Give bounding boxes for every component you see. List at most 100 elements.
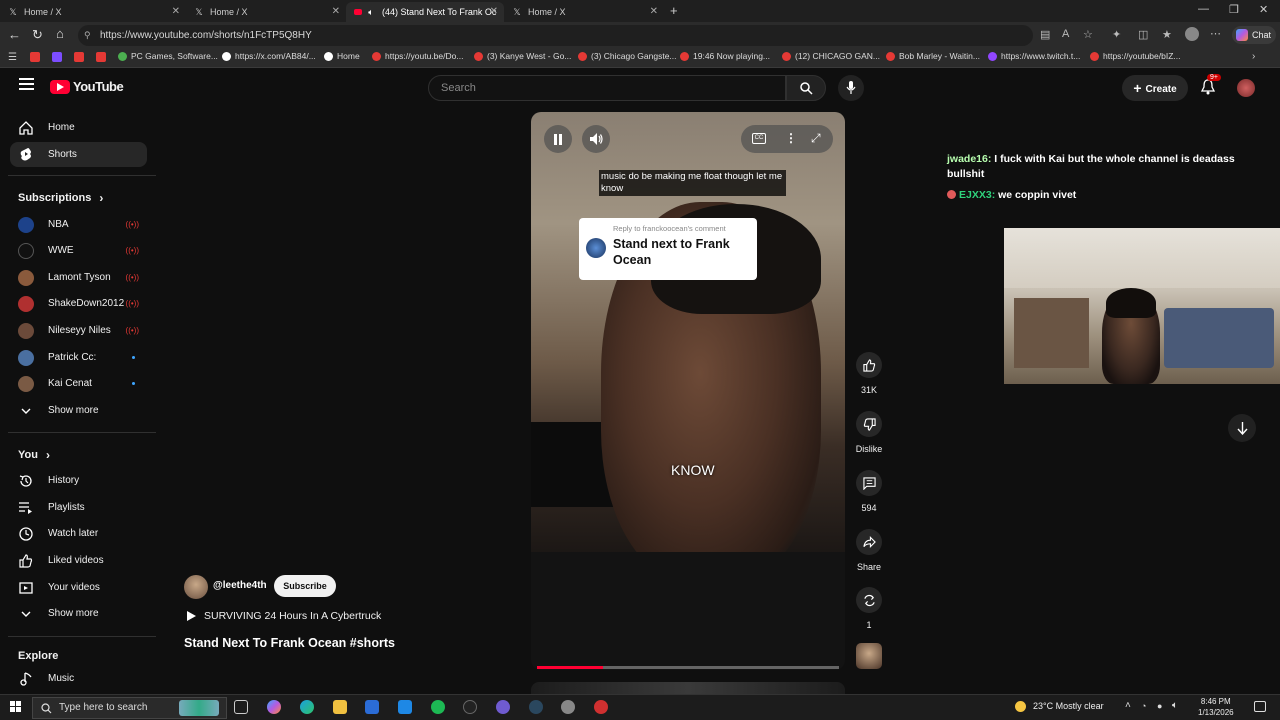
recorder-app-icon[interactable]	[594, 700, 608, 714]
video-progress-bar[interactable]	[537, 666, 839, 669]
chevron-right-icon[interactable]: ›	[1252, 51, 1255, 62]
sound-thumbnail[interactable]	[856, 643, 882, 669]
new-tab-icon[interactable]: +	[670, 3, 678, 18]
discord-icon[interactable]	[496, 700, 510, 714]
browser-tab[interactable]: 𝕏 Home / X ✕	[186, 2, 346, 22]
next-short-button[interactable]	[1228, 414, 1256, 442]
sidebar-item-history[interactable]: History	[10, 468, 147, 493]
microsoft-store-icon[interactable]	[365, 700, 379, 714]
minimize-icon[interactable]: —	[1198, 3, 1209, 15]
close-window-icon[interactable]: ✕	[1259, 3, 1268, 16]
subscribe-button[interactable]: Subscribe	[274, 575, 336, 597]
sidebar-item-subscription[interactable]: Lamont Tyson ((•))	[10, 265, 147, 290]
bookmark-item[interactable]: https://youtube/bIZ...	[1090, 51, 1181, 61]
app-icon[interactable]	[561, 700, 575, 714]
bookmark-item[interactable]: PC Games, Software...	[118, 51, 218, 61]
bookmark-favicon-icon[interactable]	[74, 52, 84, 62]
account-avatar[interactable]	[1237, 79, 1255, 97]
browser-tab[interactable]: 𝕏 Home / X ✕	[504, 2, 664, 22]
sidebar-item-subscription[interactable]: NBA ((•))	[10, 212, 147, 237]
remix-button[interactable]	[856, 587, 882, 613]
profile-avatar-icon[interactable]	[1185, 27, 1199, 41]
weather-widget[interactable]: 23°C Mostly clear	[1033, 701, 1104, 711]
search-input[interactable]: Search	[428, 75, 786, 101]
video-title[interactable]: Stand Next To Frank Ocean #shorts	[184, 636, 395, 650]
bookmark-favicon-icon[interactable]	[52, 52, 62, 62]
next-short-preview[interactable]	[531, 682, 845, 694]
volume-tray-icon[interactable]: 🔈︎	[1172, 700, 1178, 711]
like-button[interactable]	[856, 352, 882, 378]
browser-tab-active[interactable]: 🔈︎ (44) Stand Next To Frank Oc ✕	[346, 2, 504, 22]
edge-browser-icon[interactable]	[300, 700, 314, 714]
bookmark-favicon-icon[interactable]	[96, 52, 106, 62]
favorite-star-icon[interactable]: ☆	[1083, 28, 1093, 41]
more-vertical-icon[interactable]: ⋮	[785, 131, 797, 145]
bookmark-item[interactable]: Home	[324, 51, 360, 61]
bookmark-item[interactable]: Bob Marley - Waitin...	[886, 51, 980, 61]
extensions-icon[interactable]: ✦	[1112, 28, 1121, 41]
channel-handle[interactable]: @leethe4th	[213, 580, 267, 591]
bookmark-item[interactable]: https://www.twitch.t...	[988, 51, 1080, 61]
browser-tab[interactable]: 𝕏 Home / X ✕	[0, 2, 186, 22]
sidebar-item-your-videos[interactable]: Your videos	[10, 575, 147, 600]
sidebar-item-liked-videos[interactable]: Liked videos	[10, 548, 147, 573]
sidebar-item-music[interactable]: Music	[10, 666, 147, 691]
sidebar-item-subscription[interactable]: Kai Cenat	[10, 371, 147, 396]
wifi-icon[interactable]: ◔	[1141, 701, 1146, 711]
search-button[interactable]	[786, 75, 826, 101]
volume-button[interactable]	[582, 125, 610, 153]
split-screen-icon[interactable]: ◫	[1138, 28, 1148, 41]
site-info-icon[interactable]: ⚲	[84, 25, 91, 46]
windows-start-icon[interactable]	[10, 701, 22, 713]
collections-icon[interactable]: ★	[1162, 28, 1172, 41]
dislike-button[interactable]	[856, 411, 882, 437]
bookmark-item[interactable]: 19:46 Now playing...	[680, 51, 770, 61]
url-field[interactable]: ⚲ https://www.youtube.com/shorts/n1FcTP5…	[78, 25, 1033, 46]
bookmark-item[interactable]: (12) CHICAGO GAN...	[782, 51, 880, 61]
close-tab-icon[interactable]: ✕	[490, 6, 498, 17]
spotify-icon[interactable]	[431, 700, 445, 714]
speaker-icon[interactable]: 🔈︎	[366, 7, 376, 17]
voice-search-button[interactable]	[838, 75, 864, 101]
close-tab-icon[interactable]: ✕	[332, 6, 340, 17]
chevron-up-icon[interactable]: ˄	[1125, 700, 1131, 711]
reload-icon[interactable]: ↻	[32, 27, 43, 43]
sidebar-item-subscription[interactable]: Patrick Cc:	[10, 345, 147, 370]
shorts-video-player[interactable]: CC ⋮ ⤢ music do be making me float thoug…	[531, 112, 845, 670]
system-clock[interactable]: 8:46 PM 1/13/2026	[1198, 696, 1234, 718]
maximize-icon[interactable]: ❐	[1229, 3, 1239, 16]
steam-icon[interactable]	[529, 700, 543, 714]
show-more-subscriptions[interactable]: Show more	[10, 398, 147, 423]
share-button[interactable]	[856, 529, 882, 555]
home-icon[interactable]: ⌂	[56, 26, 64, 41]
hamburger-menu-icon[interactable]	[19, 78, 34, 90]
sidebar-item-subscription[interactable]: Nileseyy Niles ((•))	[10, 318, 147, 343]
task-view-icon[interactable]	[234, 700, 248, 714]
comments-button[interactable]	[856, 470, 882, 496]
notifications-button[interactable]: 9+	[1200, 74, 1221, 100]
close-tab-icon[interactable]: ✕	[650, 6, 658, 17]
sidebar-item-watch-later[interactable]: Watch later	[10, 521, 147, 546]
channel-avatar[interactable]	[184, 575, 208, 599]
pause-button[interactable]	[544, 125, 572, 153]
bookmark-favicon-icon[interactable]	[30, 52, 40, 62]
back-icon[interactable]: ←	[8, 27, 21, 42]
copilot-chat-button[interactable]: Chat	[1232, 26, 1276, 44]
you-heading[interactable]: You ›	[18, 448, 50, 462]
bookmark-item[interactable]: (3) Chicago Gangste...	[578, 51, 677, 61]
reader-icon[interactable]: ▤	[1040, 28, 1050, 41]
apps-grid-icon[interactable]: ☰	[8, 52, 17, 63]
sidebar-item-subscription[interactable]: ShakeDown2012 ((•))	[10, 291, 147, 316]
microphone-tray-icon[interactable]: ●	[1157, 701, 1162, 711]
taskbar-search-input[interactable]: Type here to search	[32, 697, 227, 719]
file-explorer-icon[interactable]	[333, 700, 347, 714]
close-tab-icon[interactable]: ✕	[172, 6, 180, 17]
subscriptions-heading[interactable]: Subscriptions ›	[18, 191, 103, 205]
show-more-you[interactable]: Show more	[10, 601, 147, 626]
bookmark-item[interactable]: (3) Kanye West - Go...	[474, 51, 571, 61]
playlist-link[interactable]: SURVIVING 24 Hours In A Cybertruck	[184, 610, 381, 622]
sidebar-item-playlists[interactable]: Playlists	[10, 495, 147, 520]
sidebar-item-subscription[interactable]: WWE ((•))	[10, 238, 147, 263]
bookmark-item[interactable]: https://x.com/AB84/...	[222, 51, 316, 61]
sidebar-item-home[interactable]: Home	[10, 115, 147, 140]
